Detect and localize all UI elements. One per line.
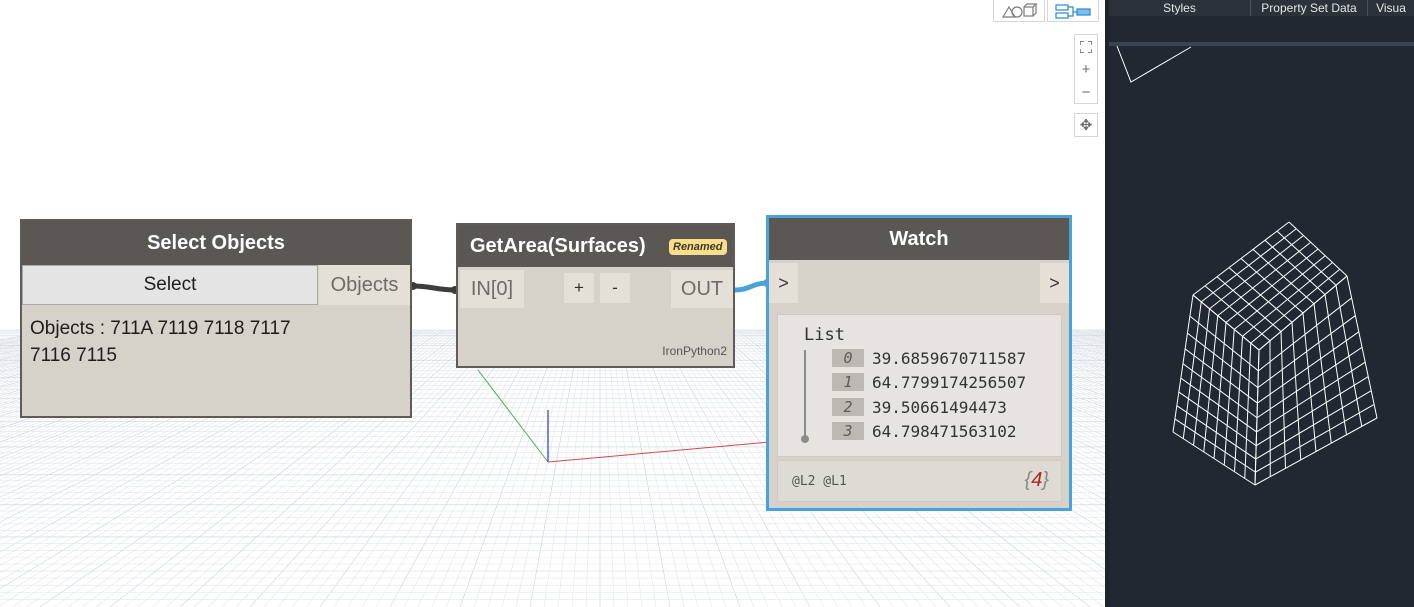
connector-objects-to-in0[interactable] [411, 283, 457, 293]
objects-summary: Objects : 711A 7119 7118 7117 7116 7115 [30, 315, 330, 369]
getarea-python-node[interactable]: GetArea(Surfaces) Renamed IN[0] + - OUT … [456, 223, 735, 368]
zoom-to-fit-icon [1080, 40, 1092, 53]
add-input-button[interactable]: + [564, 273, 594, 303]
list-item[interactable]: 1 64.7799174256507 [832, 372, 1026, 392]
list-index: 2 [832, 398, 864, 416]
autocad-viewport[interactable]: Styles Property Set Data Visua [1109, 0, 1414, 607]
brace-close: } [1042, 469, 1049, 491]
item-count: {4} [1025, 469, 1050, 492]
ucs-edge-lines [1116, 45, 1192, 83]
graph-view-icon [1055, 3, 1091, 19]
in0-input-port[interactable]: IN[0] [460, 270, 524, 308]
count-number: 4 [1031, 469, 1043, 491]
list-value: 39.6859670711587 [872, 348, 1027, 368]
watch-input-port[interactable]: > [769, 263, 798, 303]
wireframe-view [1116, 45, 1378, 486]
watch-footer: @L2 @L1 {4} [777, 460, 1062, 502]
list-label: List [804, 325, 845, 345]
node-title[interactable]: Watch [769, 218, 1069, 260]
node-title[interactable]: Select Objects [22, 221, 410, 265]
watch-node[interactable]: Watch > > List 0 39.6859670711587 1 64.7… [766, 215, 1072, 511]
connector-out-to-watch[interactable] [734, 280, 769, 293]
wireframe-mesh [1172, 221, 1378, 486]
list-value: 39.50661494473 [872, 397, 1007, 417]
list-item[interactable]: 2 39.50661494473 [832, 397, 1007, 417]
select-button[interactable]: Select [22, 265, 318, 305]
select-objects-node[interactable]: Select Objects Select Objects Objects : … [20, 219, 412, 418]
list-value: 64.798471563102 [872, 421, 1017, 441]
zoom-in-button[interactable]: + [1075, 58, 1097, 81]
renamed-badge: Renamed [669, 239, 727, 255]
list-index: 3 [832, 422, 864, 440]
out-output-port[interactable]: OUT [671, 270, 733, 308]
x-axis-red [547, 441, 771, 463]
dynamo-canvas[interactable]: + − ✥ Select Objects Select Objects Obje… [0, 0, 1105, 607]
pan-icon: ✥ [1079, 116, 1093, 134]
remove-input-button[interactable]: - [600, 273, 630, 303]
summary-line: 7116 7115 [30, 345, 117, 366]
list-levels: @L2 @L1 [792, 474, 847, 489]
watch-result-panel[interactable]: List 0 39.6859670711587 1 64.77991742565… [777, 314, 1062, 457]
zoom-controls: + − [1074, 34, 1098, 104]
geometry-view-icon [1001, 2, 1038, 18]
watch-output-port[interactable]: > [1040, 263, 1069, 303]
python-engine-label[interactable]: IronPython2 [662, 344, 727, 358]
objects-output-port[interactable]: Objects [319, 265, 410, 305]
list-item[interactable]: 0 39.6859670711587 [832, 348, 1026, 368]
y-axis-green [477, 369, 549, 463]
geometry-view-toggle[interactable] [993, 0, 1045, 22]
pan-button[interactable]: ✥ [1074, 113, 1098, 137]
zoom-out-button[interactable]: − [1075, 81, 1097, 104]
list-value: 64.7799174256507 [872, 372, 1027, 392]
graph-view-toggle[interactable] [1047, 0, 1099, 22]
list-item[interactable]: 3 64.798471563102 [832, 421, 1017, 441]
zoom-to-fit-button[interactable] [1075, 35, 1097, 58]
plus-icon: + [1081, 61, 1091, 78]
list-index: 1 [832, 373, 864, 391]
list-index: 0 [832, 349, 864, 367]
minus-icon: − [1081, 84, 1091, 101]
tree-line [804, 350, 806, 438]
tree-end-dot [801, 435, 809, 443]
summary-line: Objects : 711A 7119 7118 7117 [30, 318, 291, 339]
